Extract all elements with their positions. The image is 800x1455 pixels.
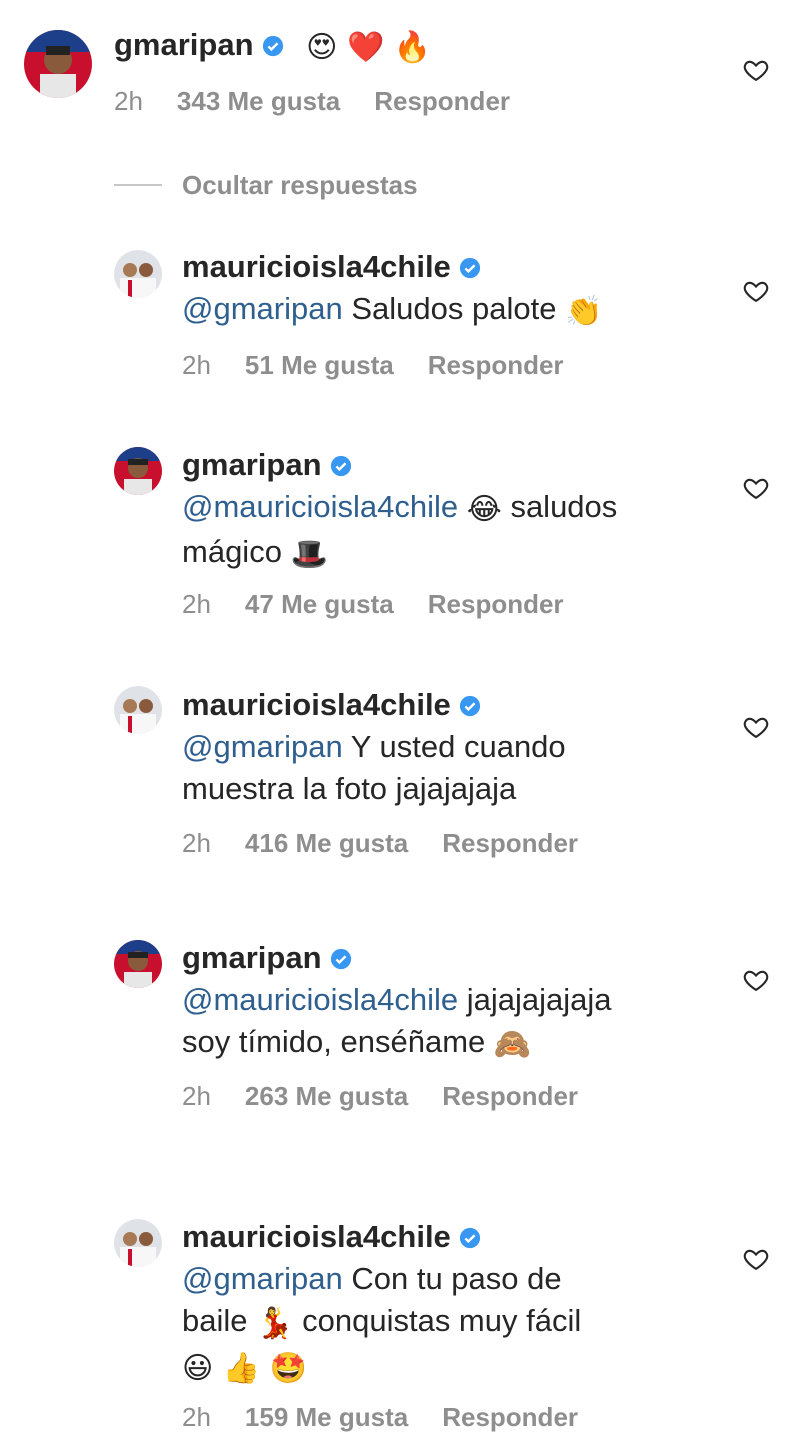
likes-count[interactable]: 343 Me gusta (177, 86, 340, 116)
comment-body: gmaripan 😍 ❤️ 🔥 (114, 24, 700, 69)
verified-badge-icon (330, 948, 352, 970)
hide-replies-label: Ocultar respuestas (182, 169, 418, 200)
reply-button[interactable]: Responder (428, 350, 564, 380)
comment-emoji: 😂 (466, 492, 502, 527)
heart-outline-icon (743, 970, 769, 992)
comment-time: 2h (182, 1402, 211, 1432)
mention-link[interactable]: @mauricioisla4chile (182, 982, 458, 1017)
likes-count[interactable]: 416 Me gusta (245, 828, 408, 858)
mention-link[interactable]: @gmaripan (182, 291, 343, 326)
username[interactable]: mauricioisla4chile (182, 687, 451, 722)
comment-text: mágico (182, 534, 282, 569)
comment-text: baile (182, 1303, 248, 1338)
heart-outline-icon (743, 1249, 769, 1271)
avatar[interactable] (114, 1219, 162, 1267)
mention-link[interactable]: @mauricioisla4chile (182, 489, 458, 524)
comment-body: mauricioisla4chile @gmaripan Saludos pal… (182, 246, 700, 333)
like-button[interactable] (742, 474, 770, 502)
comment-body: mauricioisla4chile @gmaripan Y usted cua… (182, 684, 700, 810)
heart-outline-icon (743, 281, 769, 303)
hide-replies-button[interactable]: Ocultar respuestas (114, 164, 418, 206)
avatar[interactable] (24, 30, 92, 98)
comment-text: jajajajajaja (466, 982, 612, 1017)
username[interactable]: mauricioisla4chile (182, 249, 451, 284)
comment-meta: 2h 343 Me gusta Responder (114, 86, 544, 117)
avatar[interactable] (114, 447, 162, 495)
likes-count[interactable]: 159 Me gusta (245, 1402, 408, 1432)
comment-text: saludos (510, 489, 618, 524)
comment-emoji: 😃 👍 🤩 (182, 1351, 308, 1386)
reply-button[interactable]: Responder (442, 828, 578, 858)
comment-line: gmaripan 😍 ❤️ 🔥 (114, 24, 700, 69)
comment-line: @gmaripan Con tu paso de (182, 1258, 700, 1300)
comment-emoji: 👏 (565, 294, 603, 329)
username[interactable]: gmaripan (114, 27, 254, 62)
reply-button[interactable]: Responder (442, 1402, 578, 1432)
comment-text: muestra la foto jajajajaja (182, 771, 517, 806)
reply-button[interactable]: Responder (374, 86, 510, 116)
comment-line: 😃 👍 🤩 (182, 1345, 700, 1390)
avatar[interactable] (114, 686, 162, 734)
comment-time: 2h (182, 1081, 211, 1111)
comment-meta: 2h 416 Me gusta Responder (182, 828, 612, 859)
avatar[interactable] (114, 250, 162, 298)
verified-badge-icon (262, 35, 284, 57)
like-button[interactable] (742, 277, 770, 305)
comment-text: Saludos palote (351, 291, 557, 326)
verified-badge-icon (459, 695, 481, 717)
comment-line: muestra la foto jajajajaja (182, 768, 700, 810)
comment-body: gmaripan @mauricioisla4chile jajajajajaj… (182, 937, 700, 1066)
comment-line: baile 💃 conquistas muy fácil (182, 1300, 700, 1345)
comment-emoji: 🎩 (290, 537, 328, 572)
comment-time: 2h (182, 828, 211, 858)
comment-line: @mauricioisla4chile jajajajajaja (182, 979, 700, 1021)
comment-time: 2h (182, 589, 211, 619)
comment-text: conquistas muy fácil (302, 1303, 582, 1338)
comment-text: Con tu paso de (351, 1261, 562, 1296)
comment-time: 2h (182, 350, 211, 380)
comment-body: gmaripan @mauricioisla4chile 😂 saludos m… (182, 444, 700, 576)
comment-line: @gmaripan Y usted cuando (182, 726, 700, 768)
comment-meta: 2h 159 Me gusta Responder (182, 1402, 612, 1433)
mention-link[interactable]: @gmaripan (182, 1261, 343, 1296)
likes-count[interactable]: 263 Me gusta (245, 1081, 408, 1111)
comment-line: @gmaripan Saludos palote 👏 (182, 288, 700, 333)
like-button[interactable] (742, 966, 770, 994)
comment-emoji: 💃 (256, 1306, 294, 1341)
likes-count[interactable]: 47 Me gusta (245, 589, 394, 619)
comment-text: Y usted cuando (350, 729, 566, 764)
comment-line: soy tímido, enséñame 🙈 (182, 1021, 700, 1066)
like-button[interactable] (742, 56, 770, 84)
divider (114, 184, 162, 186)
heart-outline-icon (743, 717, 769, 739)
reply-button[interactable]: Responder (428, 589, 564, 619)
comment-text: soy tímido, enséñame (182, 1024, 486, 1059)
heart-outline-icon (743, 478, 769, 500)
comment-line: @mauricioisla4chile 😂 saludos (182, 486, 700, 531)
comment-body: mauricioisla4chile @gmaripan Con tu paso… (182, 1216, 700, 1390)
comment-meta: 2h 47 Me gusta Responder (182, 589, 598, 620)
like-button[interactable] (742, 1245, 770, 1273)
verified-badge-icon (459, 1227, 481, 1249)
comment-meta: 2h 51 Me gusta Responder (182, 350, 598, 381)
username[interactable]: gmaripan (182, 940, 322, 975)
heart-outline-icon (743, 60, 769, 82)
comment-emoji: 😍 ❤️ 🔥 (306, 30, 432, 65)
username[interactable]: gmaripan (182, 447, 322, 482)
verified-badge-icon (459, 257, 481, 279)
username[interactable]: mauricioisla4chile (182, 1219, 451, 1254)
reply-button[interactable]: Responder (442, 1081, 578, 1111)
comment-time: 2h (114, 86, 143, 116)
comment-emoji: 🙈 (493, 1027, 532, 1062)
likes-count[interactable]: 51 Me gusta (245, 350, 394, 380)
comment-meta: 2h 263 Me gusta Responder (182, 1081, 612, 1112)
mention-link[interactable]: @gmaripan (182, 729, 343, 764)
comment-line: mágico 🎩 (182, 531, 700, 576)
verified-badge-icon (330, 455, 352, 477)
like-button[interactable] (742, 713, 770, 741)
avatar[interactable] (114, 940, 162, 988)
